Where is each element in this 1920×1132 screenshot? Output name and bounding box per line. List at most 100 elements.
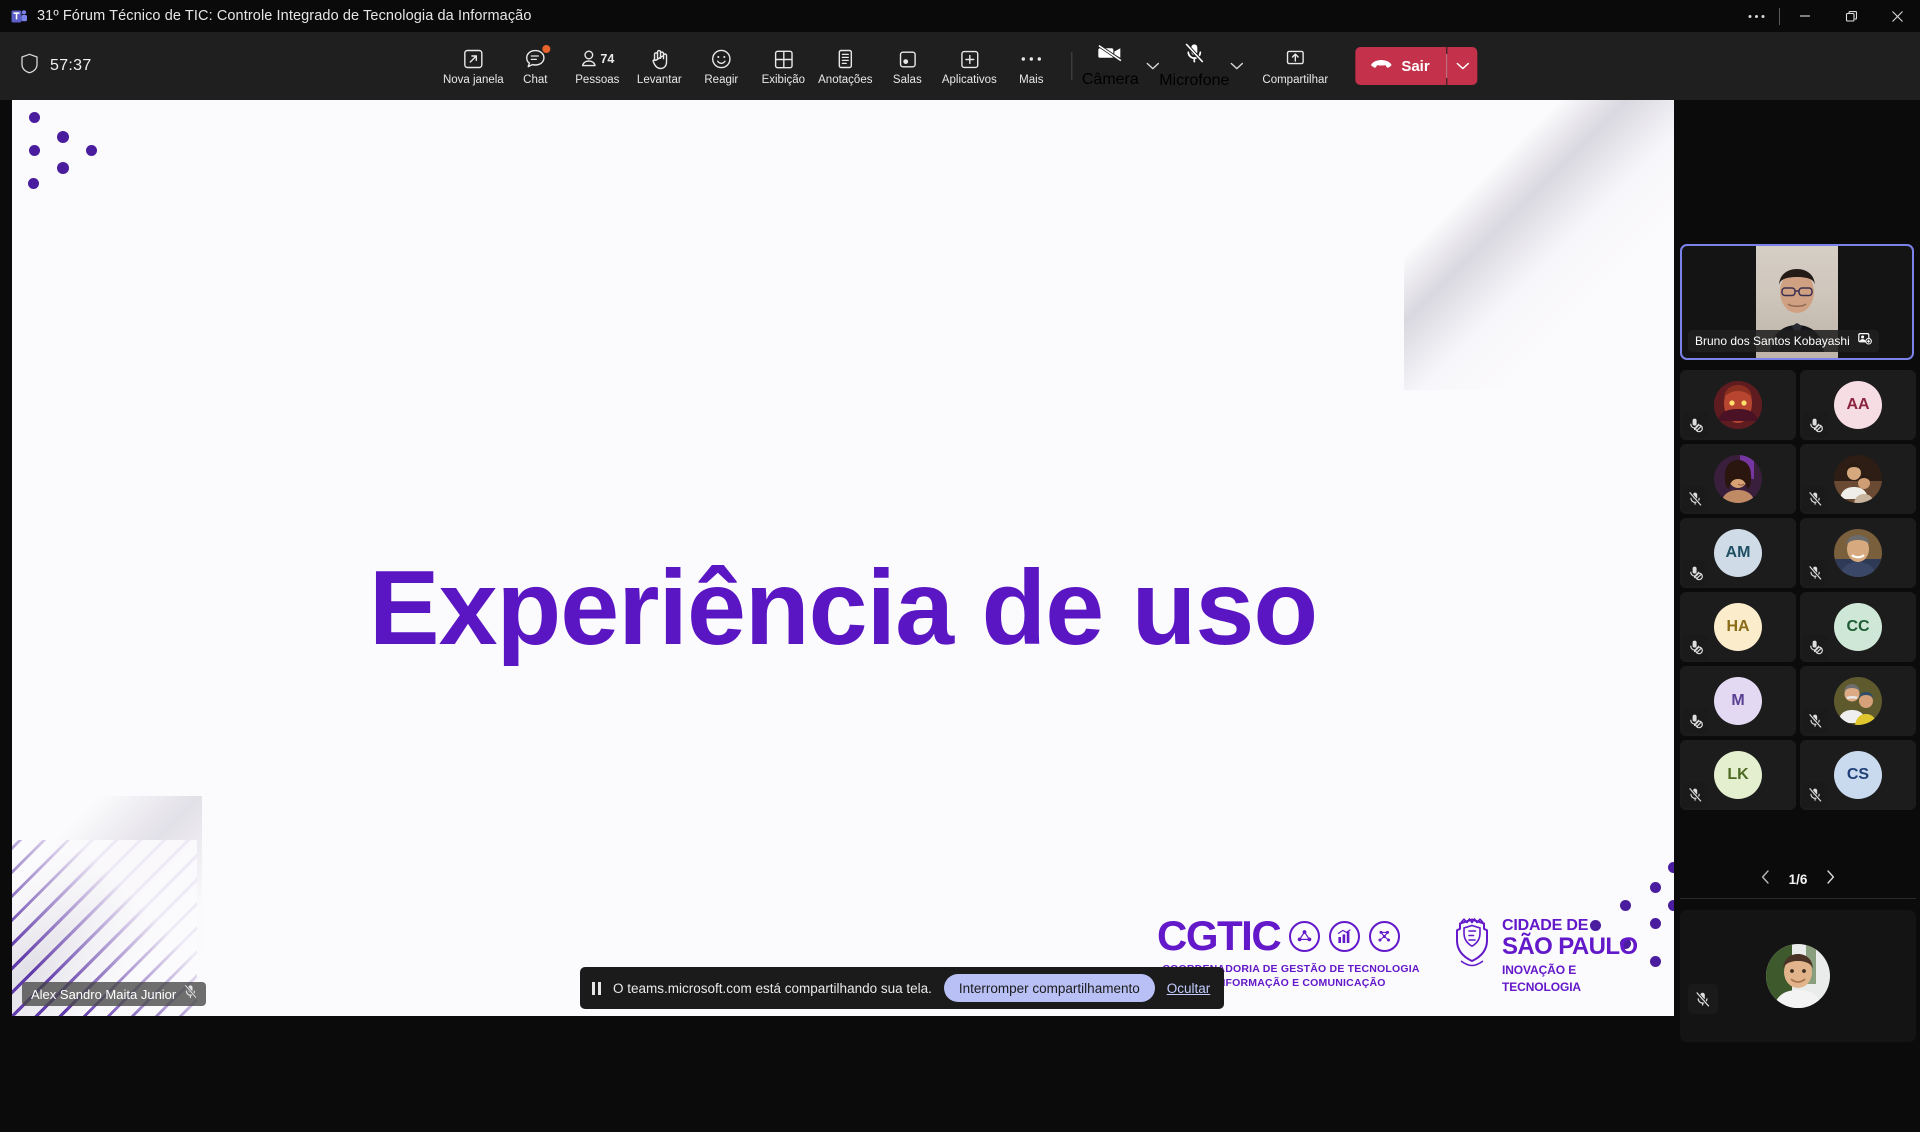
avatar-initials: HA: [1714, 603, 1762, 651]
window-more-icon[interactable]: [1735, 0, 1777, 32]
rooms-button[interactable]: Salas: [876, 36, 938, 96]
participant-tile[interactable]: [1800, 666, 1916, 736]
people-count: 74: [600, 52, 615, 66]
notes-label: Anotações: [818, 74, 873, 86]
avatar: [1834, 677, 1882, 725]
share-button[interactable]: Compartilhar: [1249, 36, 1341, 96]
chat-unread-badge: [541, 45, 550, 53]
raise-hand-button[interactable]: Levantar: [628, 36, 690, 96]
chevron-left-icon[interactable]: [1756, 868, 1775, 890]
participant-row: HA CC: [1680, 592, 1916, 662]
participant-row: AA: [1680, 370, 1916, 440]
participant-tile[interactable]: [1680, 444, 1796, 514]
avatar-initials: M: [1714, 677, 1762, 725]
roster-divider: [1680, 898, 1916, 899]
share-toast-message: O teams.microsoft.com está compartilhand…: [613, 980, 932, 996]
participant-tile[interactable]: CS: [1800, 740, 1916, 810]
participant-tile[interactable]: LK: [1680, 740, 1796, 810]
restore-button[interactable]: [1828, 0, 1874, 32]
chat-icon: [524, 45, 550, 72]
microphone-control-group: Microfone: [1159, 36, 1249, 96]
leave-button[interactable]: Sair: [1355, 47, 1447, 85]
microphone-muted-icon: [1802, 486, 1828, 512]
notes-button[interactable]: Anotações: [814, 36, 876, 96]
participant-grid: AA AM HA CC M LK CS: [1680, 370, 1916, 814]
microphone-muted-icon: [1688, 984, 1718, 1014]
microphone-muted-icon: [1802, 708, 1828, 734]
react-label: Reagir: [704, 74, 739, 86]
apps-button[interactable]: Aplicativos: [938, 36, 1000, 96]
avatar-initials: CS: [1834, 751, 1882, 799]
city-line-3a: INOVAÇÃO E: [1502, 962, 1577, 977]
screen-share-toast: O teams.microsoft.com está compartilhand…: [580, 967, 1225, 1009]
raise-hand-icon: [649, 46, 670, 72]
self-view-tile[interactable]: [1680, 910, 1916, 1042]
participant-tile[interactable]: [1800, 444, 1916, 514]
network-nodes-icon: [1289, 920, 1321, 952]
view-button[interactable]: Exibição: [752, 36, 814, 96]
microphone-disabled-icon: [1682, 634, 1708, 660]
teams-logo-icon: [10, 7, 28, 25]
toolbar-actions: Nova janela Chat 74 Pessoas Levantar Rea…: [442, 32, 1478, 100]
microphone-disabled-icon: [1802, 412, 1828, 438]
minimize-button[interactable]: [1782, 0, 1828, 32]
camera-off-icon: [1097, 43, 1123, 68]
more-button[interactable]: Mais: [1000, 36, 1062, 96]
sao-paulo-crest-icon: [1451, 917, 1493, 972]
avatar-initials: AA: [1834, 381, 1882, 429]
close-button[interactable]: [1874, 0, 1920, 32]
avatar: [1714, 381, 1762, 429]
apps-plus-icon: [959, 46, 980, 72]
avatar-initials: AM: [1714, 529, 1762, 577]
chevron-right-icon[interactable]: [1821, 868, 1840, 890]
chat-button[interactable]: Chat: [504, 36, 566, 96]
participant-roster: Bruno dos Santos Kobayashi AA AM HA CC M…: [1680, 200, 1920, 1132]
stop-sharing-button[interactable]: Interromper compartilhamento: [943, 974, 1155, 1002]
cgtic-wordmark: CGTIC: [1157, 912, 1282, 960]
chart-growth-icon: [1329, 920, 1361, 952]
self-avatar: [1766, 944, 1830, 1008]
leave-options-chevron-down-icon[interactable]: [1447, 47, 1478, 85]
chat-label: Chat: [523, 74, 548, 86]
leave-label: Sair: [1401, 57, 1430, 75]
camera-control-group: Câmera: [1081, 36, 1165, 96]
microphone-button[interactable]: Microfone: [1159, 36, 1229, 96]
people-button[interactable]: 74 Pessoas: [566, 36, 628, 96]
microphone-disabled-icon: [1802, 634, 1828, 660]
hang-up-icon: [1370, 57, 1392, 75]
camera-button[interactable]: Câmera: [1081, 36, 1139, 96]
microphone-disabled-icon: [1682, 708, 1708, 734]
meeting-stage: Experiência de uso CGTIC COORDENADORIA D…: [0, 100, 1920, 1132]
participant-tile[interactable]: HA: [1680, 592, 1796, 662]
active-speaker-tile[interactable]: Bruno dos Santos Kobayashi: [1680, 244, 1914, 360]
participant-row: LK CS: [1680, 740, 1916, 810]
roster-page-indicator: 1/6: [1788, 871, 1808, 887]
react-emoji-icon: [710, 46, 732, 72]
sao-paulo-logo: CIDADE DE SÃO PAULO INOVAÇÃO E TECNOLOGI…: [1451, 915, 1638, 994]
participant-tile[interactable]: [1800, 518, 1916, 588]
avatar: [1834, 529, 1882, 577]
participant-tile[interactable]: AA: [1800, 370, 1916, 440]
participant-row: AM: [1680, 518, 1916, 588]
roster-pagination: 1/6: [1680, 862, 1916, 896]
more-ellipsis-icon: [1020, 46, 1042, 72]
more-label: Mais: [1019, 74, 1044, 86]
microphone-label: Microfone: [1159, 72, 1230, 89]
microphone-off-icon: [1183, 42, 1205, 69]
camera-label: Câmera: [1081, 71, 1139, 88]
apps-label: Aplicativos: [941, 74, 997, 86]
new-window-button[interactable]: Nova janela: [442, 36, 504, 96]
meeting-toolbar: 57:37 Nova janela Chat 74 Pessoas Levant…: [0, 32, 1920, 100]
participant-tile[interactable]: AM: [1680, 518, 1796, 588]
avatar-initials: LK: [1714, 751, 1762, 799]
participant-tile[interactable]: M: [1680, 666, 1796, 736]
avatar: [1834, 455, 1882, 503]
participant-tile[interactable]: CC: [1800, 592, 1916, 662]
hide-toast-link[interactable]: Ocultar: [1167, 981, 1211, 996]
microphone-muted-icon: [1682, 486, 1708, 512]
shared-screen-slide[interactable]: Experiência de uso CGTIC COORDENADORIA D…: [12, 100, 1674, 1016]
react-button[interactable]: Reagir: [690, 36, 752, 96]
speaker-name-pill: Bruno dos Santos Kobayashi: [1688, 330, 1879, 352]
microphone-options-chevron-down-icon[interactable]: [1223, 36, 1249, 96]
participant-tile[interactable]: [1680, 370, 1796, 440]
